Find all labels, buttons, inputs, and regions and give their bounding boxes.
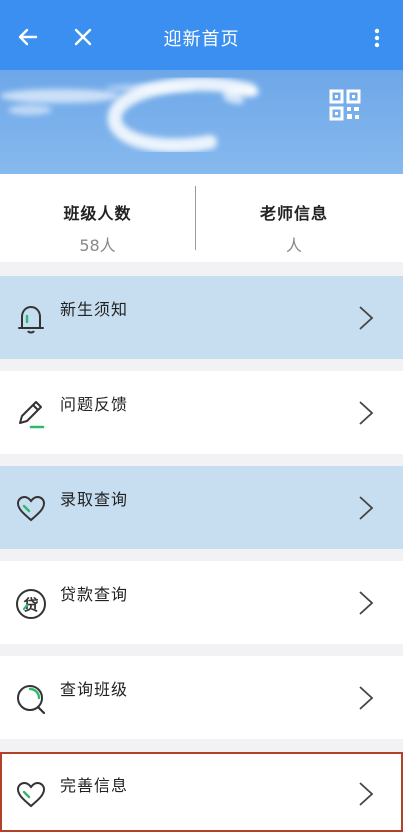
class-size-stat[interactable]: 班级人数 58人 <box>0 174 195 262</box>
menu-item-class-query[interactable]: 查询班级 <box>0 656 403 739</box>
bell-icon <box>18 305 44 334</box>
menu-label-class-query: 查询班级 <box>60 680 129 699</box>
menu-item-freshman-notice[interactable]: 新生须知 <box>0 276 403 359</box>
loan-icon: 贷 <box>16 589 46 619</box>
menu-label-admission-query: 录取查询 <box>60 490 129 509</box>
chevron-right-icon <box>359 496 374 520</box>
menu-item-feedback[interactable]: 问题反馈 <box>0 371 403 454</box>
app-header: 迎新首页 <box>0 0 403 70</box>
menu-label-feedback: 问题反馈 <box>60 395 129 414</box>
chevron-right-icon <box>359 591 374 615</box>
class-size-label: 班级人数 <box>63 204 132 223</box>
chevron-right-icon <box>359 782 374 806</box>
menu-item-admission-query[interactable]: 录取查询 <box>0 466 403 549</box>
menu-label-loan-query: 贷款查询 <box>60 585 129 604</box>
chevron-right-icon <box>359 686 374 710</box>
search-icon <box>17 685 46 715</box>
menu-item-complete-info[interactable]: 完善信息 <box>0 752 403 832</box>
heart-icon <box>16 781 46 808</box>
page-title: 迎新首页 <box>163 29 240 50</box>
teacher-info-stat[interactable]: 老师信息 人 <box>196 174 392 262</box>
sky-banner-image <box>0 70 403 174</box>
menu-label-freshman-notice: 新生须知 <box>60 300 129 319</box>
teacher-info-label: 老师信息 <box>259 204 328 223</box>
more-options-icon[interactable] <box>373 28 381 48</box>
heart-icon <box>16 495 46 522</box>
chevron-right-icon <box>359 306 374 330</box>
qr-code-icon[interactable] <box>329 89 361 121</box>
menu-item-loan-query[interactable]: 贷 贷款查询 <box>0 561 403 644</box>
stats-panel: 班级人数 58人 老师信息 人 <box>0 174 403 262</box>
pencil-icon <box>19 401 45 429</box>
chevron-right-icon <box>359 401 374 425</box>
cloud-decoration <box>0 77 259 153</box>
class-size-value: 58人 <box>79 236 116 255</box>
teacher-info-value: 人 <box>285 236 302 255</box>
menu-label-complete-info: 完善信息 <box>60 776 129 795</box>
